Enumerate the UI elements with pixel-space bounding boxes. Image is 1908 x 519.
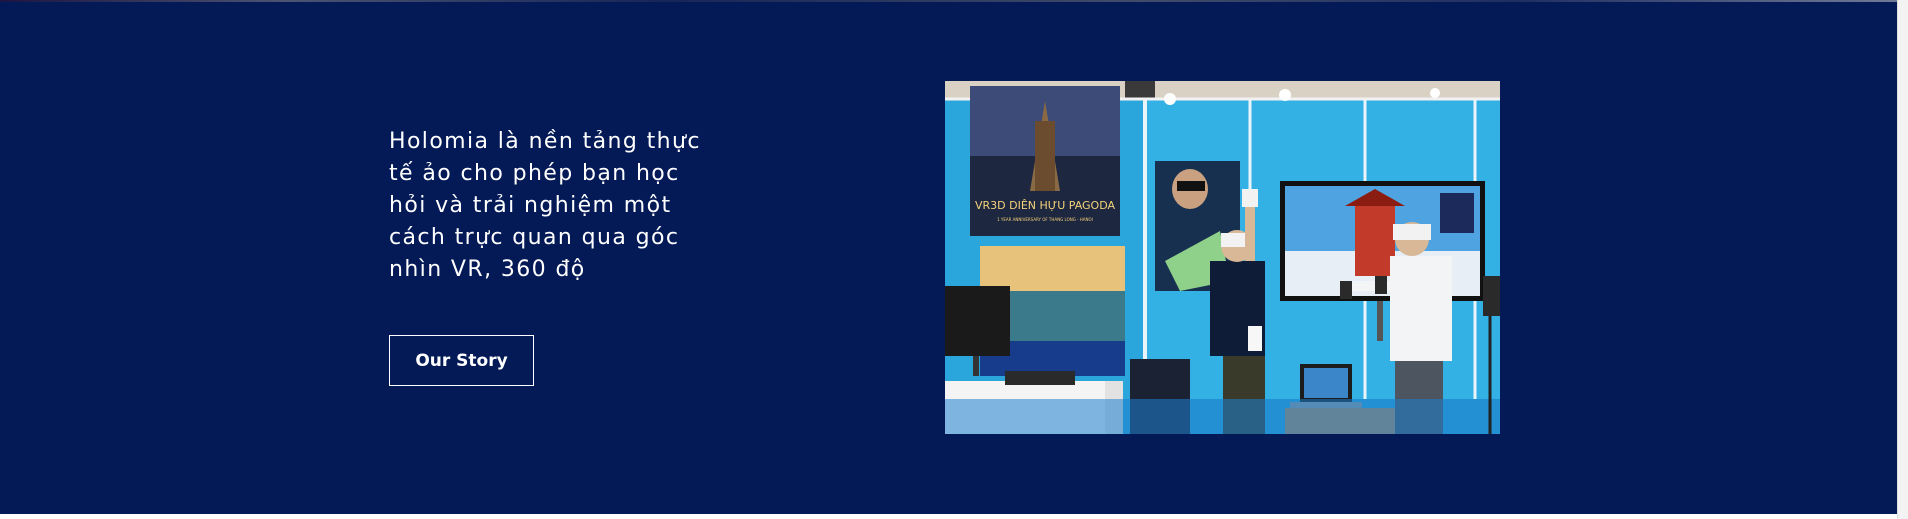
banner-subtitle: 1 YEAR ANNIVERSARY OF THANG LONG - HANOI [997, 217, 1093, 222]
hero-tagline: Holomia là nền tảng thực tế ảo cho phép … [389, 129, 701, 282]
banner-title: VR3D DIÊN HỰU PAGODA [975, 199, 1115, 212]
top-border-strip [0, 0, 1897, 2]
person-right [1390, 256, 1452, 361]
hero-section: Holomia là nền tảng thực tế ảo cho phép … [0, 0, 1897, 514]
our-story-button[interactable]: Our Story [389, 335, 534, 386]
booth-photo: VR3D DIÊN HỰU PAGODA 1 YEAR ANNIVERSARY … [945, 81, 1500, 434]
vertical-scrollbar[interactable] [1897, 0, 1908, 519]
